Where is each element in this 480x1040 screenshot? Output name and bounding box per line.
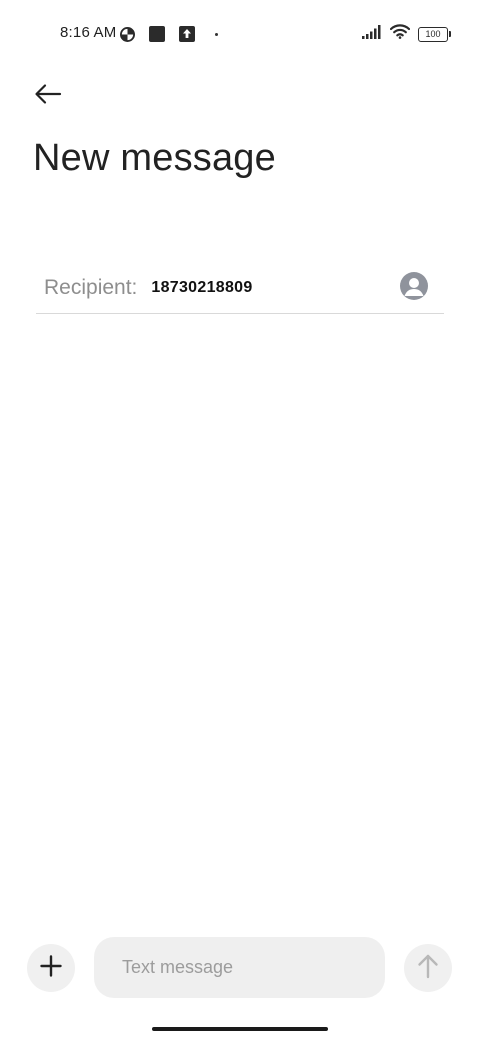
data-saver-icon <box>120 26 135 42</box>
status-time: 8:16 AM <box>60 24 117 41</box>
wifi-icon <box>389 24 411 44</box>
status-icons-left <box>120 26 218 42</box>
plus-icon <box>40 954 62 982</box>
home-indicator[interactable] <box>152 1027 328 1031</box>
arrow-left-icon <box>34 83 62 110</box>
recipient-label: Recipient: <box>44 275 138 299</box>
send-button[interactable] <box>404 944 452 992</box>
status-bar: 8:16 AM 100 <box>0 0 480 70</box>
battery-level: 100 <box>425 28 441 39</box>
person-circle-icon <box>400 272 428 300</box>
dot-icon <box>215 32 218 36</box>
page-title: New message <box>33 137 276 179</box>
contact-picker-button[interactable] <box>400 272 428 300</box>
notification-square-icon <box>149 26 165 42</box>
attach-button[interactable] <box>27 944 75 992</box>
signal-icon <box>362 24 382 44</box>
upload-icon <box>179 26 195 42</box>
battery-icon: 100 <box>418 26 451 42</box>
recipient-input[interactable] <box>151 278 352 297</box>
back-button[interactable] <box>28 76 68 116</box>
recipient-row: Recipient: <box>36 262 444 314</box>
message-input[interactable] <box>122 957 362 978</box>
message-field <box>94 937 385 998</box>
status-icons-right: 100 <box>362 24 451 44</box>
arrow-up-icon <box>417 953 439 984</box>
new-message-screen: 8:16 AM 100 New message Recipient: 18730… <box>0 0 480 1040</box>
